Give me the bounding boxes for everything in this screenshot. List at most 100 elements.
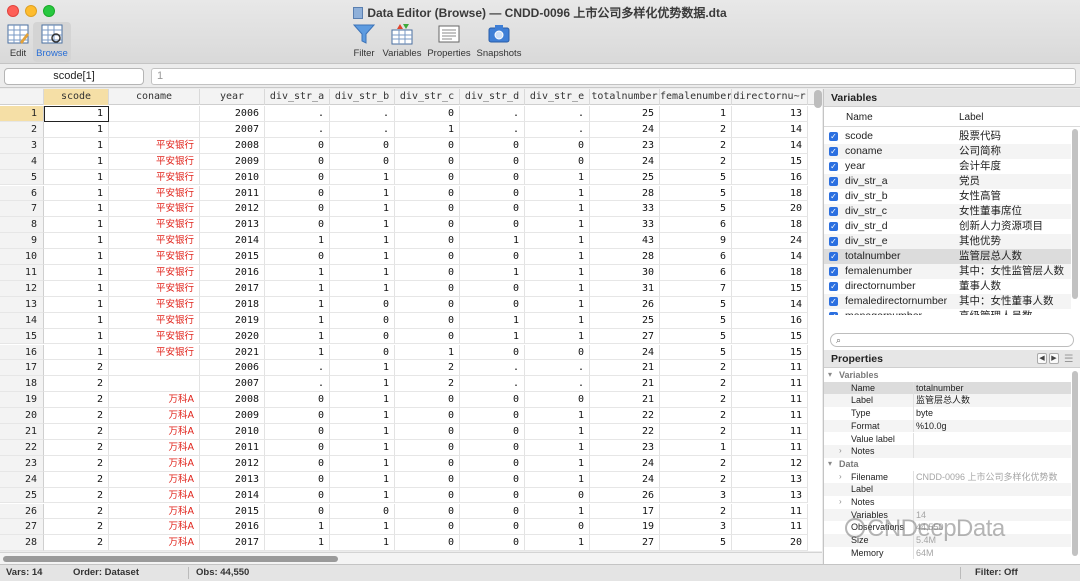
- table-cell[interactable]: 1: [525, 280, 590, 297]
- table-cell[interactable]: 3: [660, 487, 732, 504]
- table-cell[interactable]: 2: [44, 439, 109, 456]
- row-number[interactable]: 10: [0, 249, 44, 265]
- table-cell[interactable]: 28: [590, 185, 660, 202]
- table-cell[interactable]: 0: [460, 201, 525, 218]
- table-cell[interactable]: 0: [460, 455, 525, 472]
- table-cell[interactable]: 24: [590, 153, 660, 170]
- variable-row[interactable]: ✓ div_str_e 其他优势: [824, 234, 1071, 249]
- row-number[interactable]: 2: [0, 121, 44, 138]
- row-number[interactable]: 3: [0, 137, 44, 154]
- table-cell[interactable]: 7: [660, 280, 732, 297]
- table-cell[interactable]: 1: [460, 233, 525, 250]
- table-cell[interactable]: 2: [660, 137, 732, 154]
- table-cell[interactable]: 1: [44, 153, 109, 170]
- table-cell[interactable]: 1: [330, 535, 395, 551]
- table-cell[interactable]: 1: [460, 312, 525, 329]
- table-cell[interactable]: 11: [732, 424, 808, 440]
- table-cell[interactable]: 24: [590, 344, 660, 361]
- table-cell[interactable]: 25: [590, 312, 660, 329]
- row-number[interactable]: 24: [0, 471, 44, 488]
- table-cell[interactable]: 2011: [200, 185, 265, 202]
- table-cell[interactable]: 0: [265, 185, 330, 202]
- table-cell[interactable]: 0: [525, 137, 590, 154]
- table-cell[interactable]: 2013: [200, 471, 265, 488]
- table-cell[interactable]: 22: [590, 408, 660, 424]
- table-cell[interactable]: 1: [330, 280, 395, 297]
- table-cell[interactable]: 2007: [200, 376, 265, 393]
- column-header-directornu-r[interactable]: directornu~r: [732, 89, 808, 105]
- table-cell[interactable]: 33: [590, 201, 660, 218]
- table-cell[interactable]: 1: [330, 185, 395, 202]
- table-cell[interactable]: 2014: [200, 233, 265, 250]
- expand-chevron-icon[interactable]: ›: [839, 445, 842, 458]
- row-number[interactable]: 8: [0, 217, 44, 234]
- table-cell[interactable]: 0: [395, 424, 460, 440]
- edit-mode-button[interactable]: Edit: [4, 22, 32, 59]
- table-cell[interactable]: 27: [590, 328, 660, 345]
- table-cell[interactable]: 0: [460, 169, 525, 186]
- property-row[interactable]: Value label: [824, 432, 1071, 446]
- column-header-coname[interactable]: coname: [109, 89, 200, 105]
- table-cell[interactable]: 2020: [200, 328, 265, 345]
- row-number[interactable]: 1: [0, 106, 44, 122]
- table-cell[interactable]: 0: [460, 535, 525, 551]
- table-cell[interactable]: 0: [525, 392, 590, 409]
- table-cell[interactable]: 万科A: [109, 439, 200, 456]
- table-cell[interactable]: 1: [525, 265, 590, 281]
- variable-row[interactable]: ✓ totalnumber 监管层总人数: [824, 249, 1071, 264]
- table-cell[interactable]: 13: [732, 106, 808, 122]
- variable-visible-checkbox[interactable]: ✓: [829, 237, 838, 246]
- table-cell[interactable]: 20: [732, 201, 808, 218]
- table-cell[interactable]: 0: [330, 137, 395, 154]
- table-cell[interactable]: .: [525, 121, 590, 138]
- table-cell[interactable]: 43: [590, 233, 660, 250]
- table-cell[interactable]: 14: [732, 249, 808, 265]
- table-cell[interactable]: 0: [460, 217, 525, 234]
- variable-visible-checkbox[interactable]: ✓: [829, 282, 838, 291]
- row-number[interactable]: 5: [0, 169, 44, 186]
- table-cell[interactable]: 1: [44, 328, 109, 345]
- table-cell[interactable]: [109, 360, 200, 377]
- table-cell[interactable]: 1: [265, 535, 330, 551]
- table-cell[interactable]: 5: [660, 296, 732, 313]
- table-cell[interactable]: 0: [395, 487, 460, 504]
- cell-reference-field[interactable]: scode[1]: [4, 68, 144, 85]
- table-cell[interactable]: 11: [732, 360, 808, 377]
- table-cell[interactable]: 2007: [200, 121, 265, 138]
- table-cell[interactable]: 2016: [200, 265, 265, 281]
- table-cell[interactable]: 1: [460, 328, 525, 345]
- table-cell[interactable]: 0: [265, 471, 330, 488]
- column-header-year[interactable]: year: [200, 89, 265, 105]
- column-header-div_str_a[interactable]: div_str_a: [265, 89, 330, 105]
- table-cell[interactable]: .: [460, 106, 525, 122]
- table-cell[interactable]: 0: [395, 503, 460, 520]
- variables-search-input[interactable]: ⌕: [830, 333, 1074, 347]
- row-number[interactable]: 25: [0, 487, 44, 504]
- label-column-header[interactable]: Label: [959, 112, 983, 123]
- row-number[interactable]: 20: [0, 408, 44, 424]
- table-cell[interactable]: 5: [660, 169, 732, 186]
- cell-value-field[interactable]: 1: [151, 68, 1076, 85]
- table-cell[interactable]: 0: [460, 344, 525, 361]
- table-cell[interactable]: 1: [265, 296, 330, 313]
- table-cell[interactable]: 1: [265, 344, 330, 361]
- table-cell[interactable]: 21: [590, 360, 660, 377]
- table-cell[interactable]: 0: [265, 169, 330, 186]
- property-row[interactable]: › Notes: [824, 445, 1071, 458]
- properties-menu-icon[interactable]: ☰: [1064, 350, 1073, 368]
- variable-visible-checkbox[interactable]: ✓: [829, 162, 838, 171]
- variable-row[interactable]: ✓ coname 公司简称: [824, 144, 1071, 159]
- variables-scrollbar[interactable]: [1072, 129, 1078, 299]
- table-cell[interactable]: 2: [660, 424, 732, 440]
- table-cell[interactable]: 0: [460, 296, 525, 313]
- table-cell[interactable]: 0: [460, 153, 525, 170]
- table-cell[interactable]: 2: [660, 503, 732, 520]
- variable-row[interactable]: ✓ year 会计年度: [824, 159, 1071, 174]
- expand-chevron-icon[interactable]: ›: [839, 471, 842, 484]
- table-cell[interactable]: 万科A: [109, 535, 200, 551]
- row-number[interactable]: 13: [0, 296, 44, 313]
- table-cell[interactable]: 1: [44, 201, 109, 218]
- name-column-header[interactable]: Name: [846, 112, 873, 123]
- table-cell[interactable]: 0: [460, 280, 525, 297]
- table-cell[interactable]: 20: [732, 535, 808, 551]
